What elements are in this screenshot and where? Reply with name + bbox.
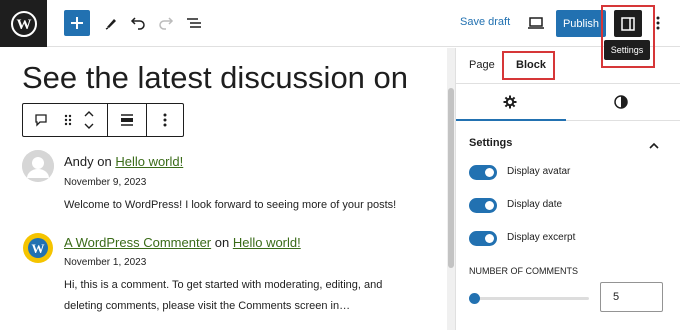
panel-collapse-button[interactable]: [649, 137, 659, 155]
comment-date: November 9, 2023: [64, 177, 147, 188]
comment-content-line-1: Hi, this is a comment. To get started wi…: [64, 279, 383, 291]
undo-icon: [130, 17, 145, 30]
svg-text:W: W: [16, 17, 31, 33]
comment-author-line: A WordPress Commenter on Hello world!: [64, 235, 301, 250]
display-excerpt-toggle[interactable]: [469, 231, 497, 246]
align-button[interactable]: [108, 104, 146, 136]
comment-content: Welcome to WordPress! I look forward to …: [64, 199, 397, 211]
redo-icon: [159, 17, 174, 30]
range-thumb[interactable]: [469, 293, 480, 304]
tab-styles[interactable]: [614, 95, 628, 114]
avatar: W: [22, 232, 54, 264]
display-excerpt-label: Display excerpt: [507, 232, 576, 243]
panel-title[interactable]: Settings: [469, 137, 512, 149]
drag-handle[interactable]: [59, 104, 77, 136]
desktop-icon: [528, 17, 544, 29]
add-block-button[interactable]: [64, 10, 90, 36]
display-date-label: Display date: [507, 199, 563, 210]
more-vertical-icon: [656, 16, 660, 30]
comment-icon: [35, 114, 47, 127]
comment-content-line-2: deleting comments, please visit the Comm…: [64, 300, 351, 312]
block-type-button[interactable]: [23, 104, 59, 136]
comment-author: Andy: [64, 154, 94, 169]
undo-button[interactable]: [129, 14, 147, 32]
editor-header: W Save draft Publish: [0, 0, 680, 47]
chevron-up-down-icon: [84, 111, 94, 129]
move-buttons[interactable]: [79, 104, 99, 136]
display-date-toggle[interactable]: [469, 198, 497, 213]
tab-settings[interactable]: [503, 95, 517, 114]
preview-button[interactable]: [526, 14, 546, 32]
comment-author-line: Andy on Hello world!: [64, 154, 183, 169]
document-overview-button[interactable]: [185, 14, 203, 32]
comment-author-link[interactable]: A WordPress Commenter: [64, 235, 211, 250]
number-range-slider[interactable]: [473, 297, 589, 300]
tools-button[interactable]: [102, 14, 120, 32]
save-draft-button[interactable]: Save draft: [460, 16, 510, 28]
tab-page[interactable]: Page: [469, 59, 495, 71]
block-heading[interactable]: See the latest discussion on: [22, 60, 408, 96]
wordpress-icon: W: [10, 10, 37, 37]
avatar: [22, 150, 54, 182]
display-avatar-label: Display avatar: [507, 166, 571, 177]
active-tab-indicator: [456, 119, 566, 121]
align-icon: [121, 114, 133, 126]
editor-canvas[interactable]: See the latest discussion on Andy on Hel…: [0, 48, 447, 330]
plus-icon: [71, 17, 83, 29]
display-avatar-toggle[interactable]: [469, 165, 497, 180]
number-of-comments-label: Number of comments: [469, 266, 578, 276]
chevron-up-icon: [649, 142, 659, 149]
drag-icon: [64, 114, 72, 126]
settings-sidebar: Page Block Settings Display avatar Displ…: [455, 48, 680, 330]
svg-text:W: W: [32, 241, 45, 256]
comment-on-text: on: [211, 235, 233, 250]
block-toolbar: [22, 103, 184, 137]
canvas-scrollbar[interactable]: [447, 48, 455, 330]
list-view-icon: [187, 18, 201, 28]
gear-icon: [503, 95, 517, 109]
block-options-button[interactable]: [147, 104, 183, 136]
settings-tooltip: Settings: [604, 40, 650, 60]
number-of-comments-input[interactable]: 5: [600, 282, 663, 312]
pencil-icon: [105, 19, 116, 30]
comment-post-link[interactable]: Hello world!: [115, 154, 183, 169]
wordpress-avatar-icon: W: [23, 233, 53, 263]
comment-date: November 1, 2023: [64, 257, 147, 268]
default-avatar-icon: [22, 150, 54, 182]
block-inspector-tabs: [456, 85, 680, 121]
redo-button[interactable]: [157, 14, 175, 32]
more-vertical-icon: [163, 113, 167, 127]
comment-on-text: on: [93, 154, 116, 169]
contrast-icon: [614, 95, 628, 109]
scroll-thumb[interactable]: [448, 88, 454, 268]
wordpress-logo-button[interactable]: W: [0, 0, 47, 47]
block-tab-highlight: [502, 51, 555, 80]
publish-button[interactable]: Publish: [556, 10, 606, 37]
comment-post-link[interactable]: Hello world!: [233, 235, 301, 250]
